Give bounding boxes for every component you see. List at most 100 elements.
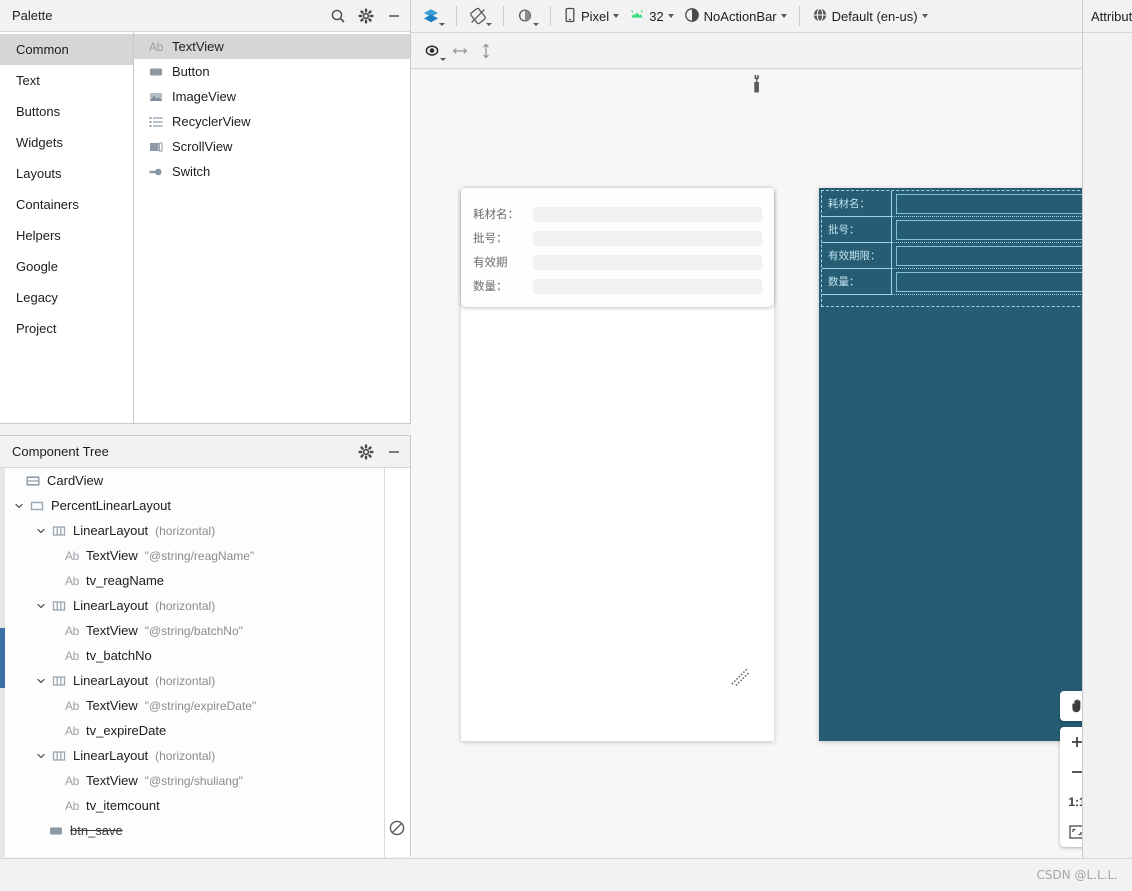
blueprint-label: 有效期限： — [822, 243, 892, 269]
linearlayout-icon — [51, 598, 67, 614]
twisty-placeholder — [8, 474, 22, 488]
palette-body: Common Text Buttons Widgets Layouts Cont… — [0, 32, 410, 423]
tree-node-linearlayout-4[interactable]: LinearLayout (horizontal) — [0, 743, 410, 768]
tree-node-tv-batchno[interactable]: Ab tv_batchNo — [0, 643, 410, 668]
chevron-down-icon — [921, 14, 928, 18]
minimize-icon[interactable] — [386, 444, 402, 460]
tree-node-percentlinearlayout[interactable]: PercentLinearLayout — [0, 493, 410, 518]
scrollview-icon — [148, 139, 164, 155]
ab-icon: Ab — [64, 648, 80, 663]
blueprint-field-reagname[interactable] — [896, 194, 1088, 214]
tree-node-textview-shuliang[interactable]: Ab TextView "@string/shuliang" — [0, 768, 410, 793]
night-mode-icon[interactable] — [511, 4, 543, 28]
api-level-selector[interactable]: 32 — [624, 6, 678, 27]
blueprint-row-batchno: 批号： — [822, 217, 1088, 243]
button-icon — [48, 823, 64, 839]
editor-toolbar: Pixel 32 NoActionBar Default (en-us) — [411, 0, 1132, 33]
preview-field-count[interactable] — [533, 278, 762, 294]
chevron-down-icon[interactable] — [12, 499, 26, 513]
tree-node-textview-reagname[interactable]: Ab TextView "@string/reagName" — [0, 543, 410, 568]
watermark: CSDN @L.L.L. — [1036, 868, 1118, 882]
preview-field-batchno[interactable] — [533, 230, 762, 246]
minimize-icon[interactable] — [386, 8, 402, 24]
blueprint-preview-frame[interactable]: 耗材名： 批号： 有效期限： 数量： — [819, 188, 1088, 741]
palette-item-label: TextView — [172, 39, 224, 54]
tree-node-tv-itemcount[interactable]: Ab tv_itemcount — [0, 793, 410, 818]
ab-icon: Ab — [64, 773, 80, 788]
tree-node-cardview[interactable]: CardView — [0, 468, 410, 493]
blueprint-cardview[interactable]: 耗材名： 批号： 有效期限： 数量： — [821, 190, 1088, 307]
palette-category-buttons[interactable]: Buttons — [0, 96, 133, 127]
palette-category-widgets[interactable]: Widgets — [0, 127, 133, 158]
tree-node-tv-reagname[interactable]: Ab tv_reagName — [0, 568, 410, 593]
blueprint-field-batchno[interactable] — [896, 220, 1088, 240]
cardview-preview[interactable]: 耗材名： 批号： 有效期 数量： — [461, 188, 774, 307]
gear-icon[interactable] — [358, 7, 374, 24]
chevron-down-icon — [613, 14, 620, 18]
ab-icon: Ab — [64, 573, 80, 588]
tree-node-label: tv_batchNo — [86, 648, 152, 663]
palette-category-legacy[interactable]: Legacy — [0, 282, 133, 313]
horizontal-arrows-icon[interactable] — [447, 40, 473, 62]
eye-icon[interactable] — [421, 40, 447, 62]
device-label: Pixel — [581, 8, 610, 24]
palette-item-label: ScrollView — [172, 139, 233, 154]
tree-node-btn-save[interactable]: btn_save — [0, 818, 410, 843]
palette-item-switch[interactable]: Switch — [134, 159, 410, 184]
attributes-panel: Attributes — [1082, 0, 1132, 891]
theme-selector[interactable]: NoActionBar — [679, 5, 792, 28]
blueprint-label: 数量： — [822, 269, 892, 295]
palette-item-recyclerview[interactable]: RecyclerView — [134, 109, 410, 134]
tree-node-linearlayout-1[interactable]: LinearLayout (horizontal) — [0, 518, 410, 543]
tree-node-label: LinearLayout — [73, 598, 149, 613]
component-tree-body: CardView PercentLinearLayout LinearLayou… — [0, 468, 410, 857]
design-surface[interactable]: 耗材名： 批号： 有效期 数量： 耗材名： 批号： 有效期限： 数量： — [411, 70, 1088, 859]
tree-vertical-scrollbar[interactable] — [0, 468, 5, 857]
palette-item-imageview[interactable]: ImageView — [134, 84, 410, 109]
blueprint-field-count[interactable] — [896, 272, 1088, 292]
palette-item-textview[interactable]: Ab TextView — [134, 34, 410, 59]
wrench-icon[interactable] — [749, 74, 765, 97]
palette-category-common[interactable]: Common — [0, 34, 133, 65]
chevron-down-icon[interactable] — [34, 524, 48, 538]
tree-node-label: PercentLinearLayout — [51, 498, 171, 513]
vertical-arrows-icon[interactable] — [473, 40, 499, 62]
palette-category-layouts[interactable]: Layouts — [0, 158, 133, 189]
tree-node-linearlayout-2[interactable]: LinearLayout (horizontal) — [0, 593, 410, 618]
tree-node-tv-expiredate[interactable]: Ab tv_expireDate — [0, 718, 410, 743]
palette-item-scrollview[interactable]: ScrollView — [134, 134, 410, 159]
palette-category-project[interactable]: Project — [0, 313, 133, 344]
blueprint-row-reagname: 耗材名： — [822, 191, 1088, 217]
tree-node-label: TextView — [86, 623, 138, 638]
tree-node-linearlayout-3[interactable]: LinearLayout (horizontal) — [0, 668, 410, 693]
rotate-orientation-icon[interactable] — [464, 4, 496, 28]
tree-scrollbar-thumb[interactable] — [0, 628, 5, 688]
chevron-down-icon[interactable] — [34, 749, 48, 763]
preview-row-reagname: 耗材名： — [473, 202, 762, 226]
palette-category-text[interactable]: Text — [0, 65, 133, 96]
palette-category-helpers[interactable]: Helpers — [0, 220, 133, 251]
chevron-down-icon[interactable] — [34, 674, 48, 688]
preview-field-reagname[interactable] — [533, 206, 762, 222]
palette-category-google[interactable]: Google — [0, 251, 133, 282]
palette-item-label: ImageView — [172, 89, 237, 104]
design-preview-frame[interactable]: 耗材名： 批号： 有效期 数量： — [461, 188, 774, 741]
blueprint-field-expiredate[interactable] — [896, 246, 1088, 266]
textview-icon: Ab — [148, 39, 164, 54]
device-selector[interactable]: Pixel — [558, 5, 624, 28]
chevron-down-icon[interactable] — [34, 599, 48, 613]
tree-node-hint: (horizontal) — [155, 673, 216, 688]
preview-label: 数量： — [473, 279, 508, 293]
design-and-blueprint-icon[interactable] — [417, 4, 449, 28]
palette-category-containers[interactable]: Containers — [0, 189, 133, 220]
preview-field-expiredate[interactable] — [533, 254, 762, 270]
resize-handle-icon[interactable] — [729, 666, 751, 691]
no-entry-icon[interactable] — [389, 820, 405, 839]
palette-item-button[interactable]: Button — [134, 59, 410, 84]
gear-icon[interactable] — [358, 443, 374, 460]
tree-node-textview-batchno[interactable]: Ab TextView "@string/batchNo" — [0, 618, 410, 643]
android-icon — [629, 8, 645, 25]
locale-selector[interactable]: Default (en-us) — [807, 5, 933, 28]
search-icon[interactable] — [330, 8, 346, 24]
tree-node-textview-expiredate[interactable]: Ab TextView "@string/expireDate" — [0, 693, 410, 718]
